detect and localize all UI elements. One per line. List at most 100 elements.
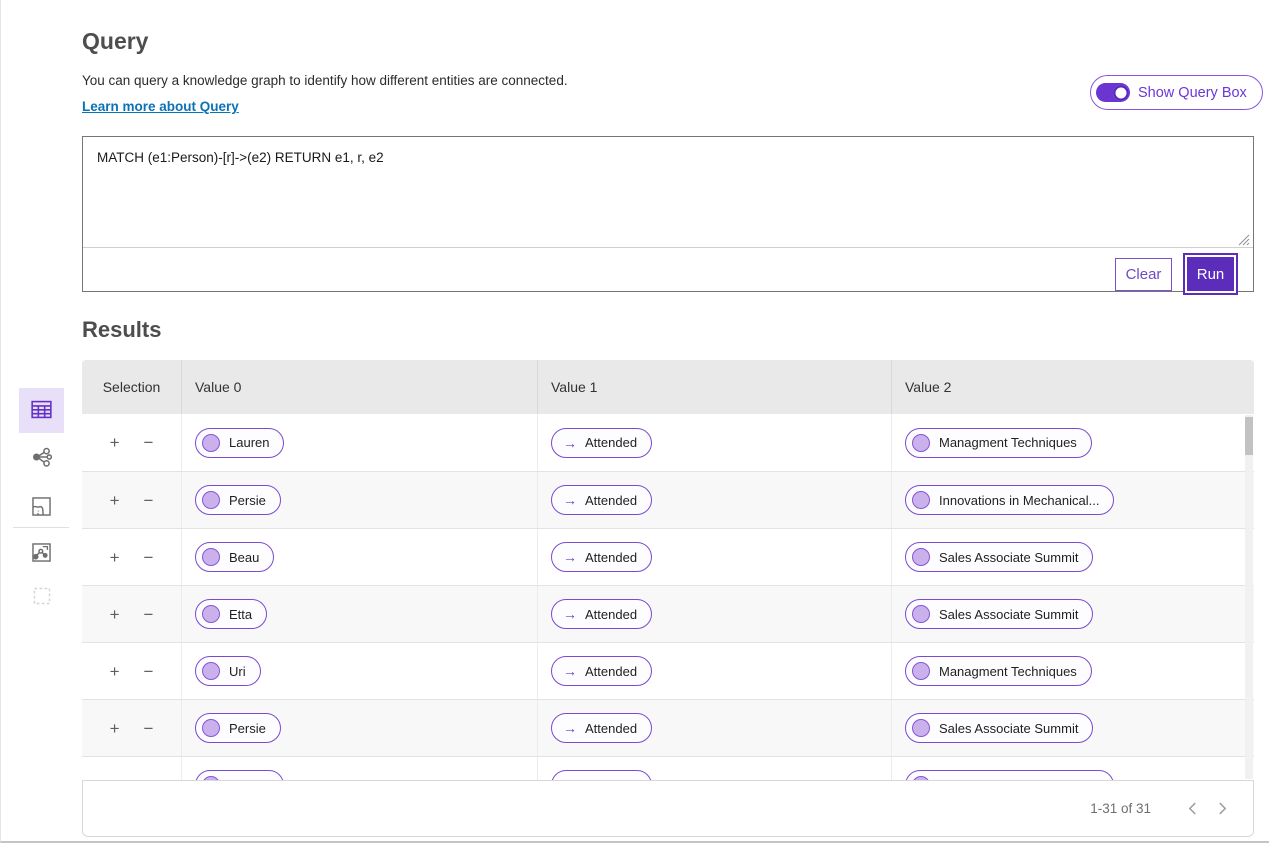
table-header-row: Selection Value 0 Value 1 Value 2	[82, 360, 1254, 414]
entity-pill[interactable]: Innovations in Mechanical...	[905, 770, 1115, 780]
relationship-pill[interactable]: → Attended	[551, 485, 653, 515]
sidebar-item-link-chart-view[interactable]	[19, 436, 64, 481]
relationship-pill[interactable]: → Attended	[551, 427, 653, 458]
arrow-right-icon: →	[563, 663, 577, 679]
row-add-button[interactable]: +	[110, 663, 120, 680]
query-input[interactable]: MATCH (e1:Person)-[r]->(e2) RETURN e1, r…	[83, 137, 1243, 248]
row-remove-button[interactable]: −	[144, 549, 154, 566]
show-query-box-toggle[interactable]: Show Query Box	[1090, 75, 1263, 110]
entity-node-icon	[202, 491, 220, 509]
sidebar-item-map-overview[interactable]	[19, 531, 64, 576]
column-header-value1: Value 1	[537, 360, 891, 414]
toggle-label: Show Query Box	[1138, 84, 1247, 101]
resize-handle[interactable]	[1238, 233, 1250, 246]
previous-page-button[interactable]	[1177, 794, 1207, 824]
column-header-selection: Selection	[102, 379, 161, 395]
results-table: Selection Value 0 Value 1 Value 2 + − La…	[82, 360, 1254, 780]
entity-pill[interactable]: Uri	[195, 656, 261, 686]
entity-pill[interactable]: Managment Techniques	[905, 656, 1092, 686]
relationship-label: Attended	[585, 492, 638, 508]
row-remove-button[interactable]: −	[144, 434, 154, 451]
entity-node-icon	[912, 605, 930, 623]
sidebar-item-table-view[interactable]	[19, 388, 64, 433]
entity-node-icon	[202, 605, 220, 623]
table-view-icon	[30, 398, 53, 424]
entity-node-icon	[912, 719, 930, 737]
table-scrollbar[interactable]	[1245, 415, 1253, 779]
sidebar-divider	[13, 527, 69, 528]
entity-node-icon	[202, 433, 220, 452]
entity-pill[interactable]: Managment Techniques	[905, 427, 1092, 458]
entity-pill[interactable]: Sales Associate Summit	[905, 599, 1094, 629]
scrollbar-thumb[interactable]	[1245, 417, 1253, 455]
entity-node-icon	[912, 433, 930, 452]
sidebar-item-selection-tool[interactable]	[19, 575, 64, 620]
entity-label: Persie	[229, 720, 266, 736]
relationship-pill[interactable]: → Attended	[551, 656, 653, 686]
entity-pill[interactable]: Sales Associate Summit	[905, 542, 1094, 572]
entity-label: Sales Associate Summit	[939, 606, 1079, 622]
pagination-label: 1-31 of 31	[1090, 801, 1151, 816]
entity-label: Etta	[229, 606, 253, 622]
entity-pill[interactable]: Beau	[195, 542, 275, 572]
entity-label: Sales Associate Summit	[939, 549, 1079, 565]
relationship-label: Attended	[585, 435, 638, 450]
arrow-right-icon: →	[563, 549, 577, 565]
entity-node-icon	[202, 548, 220, 566]
relationship-label: Attended	[585, 549, 638, 565]
entity-pill[interactable]: Persie	[195, 713, 281, 743]
relationship-label: Attended	[585, 606, 638, 622]
pagination-bar: 1-31 of 31	[82, 780, 1254, 837]
row-add-button[interactable]: +	[110, 606, 120, 623]
entity-label: Sales Associate Summit	[939, 720, 1079, 736]
entity-label: Managment Techniques	[939, 435, 1077, 450]
entity-pill[interactable]: Lauren	[195, 770, 285, 780]
entity-label: Managment Techniques	[939, 663, 1077, 679]
entity-node-icon	[202, 719, 220, 737]
relationship-pill[interactable]: → Attended	[551, 770, 653, 780]
relationship-pill[interactable]: → Attended	[551, 599, 653, 629]
table-row: + − Lauren → Attended Managment Techniqu…	[82, 414, 1254, 471]
entity-node-icon	[202, 662, 220, 680]
relationship-pill[interactable]: → Attended	[551, 713, 653, 743]
column-header-value0: Value 0	[181, 360, 537, 414]
entity-label: Persie	[229, 492, 266, 508]
query-editor-panel: MATCH (e1:Person)-[r]->(e2) RETURN e1, r…	[82, 136, 1254, 292]
next-page-button[interactable]	[1207, 794, 1237, 824]
row-remove-button[interactable]: −	[144, 492, 154, 509]
table-row: + − Lauren → Attended Innovations in Mec…	[82, 756, 1254, 780]
link-chart-icon	[31, 446, 53, 471]
row-add-button[interactable]: +	[110, 549, 120, 566]
entity-pill[interactable]: Etta	[195, 599, 268, 629]
results-title: Results	[82, 317, 162, 342]
learn-more-link[interactable]: Learn more about Query	[82, 99, 239, 114]
relationship-pill[interactable]: → Attended	[551, 542, 653, 572]
entity-label: Innovations in Mechanical...	[939, 492, 1100, 508]
page-title: Query	[82, 28, 149, 54]
clear-button[interactable]: Clear	[1115, 257, 1172, 291]
entity-label: Uri	[229, 663, 246, 679]
entity-pill[interactable]: Lauren	[195, 427, 285, 458]
map-icon	[31, 496, 52, 520]
run-button[interactable]: Run	[1187, 257, 1234, 291]
row-remove-button[interactable]: −	[144, 720, 154, 737]
row-remove-button[interactable]: −	[144, 606, 154, 623]
row-add-button[interactable]: +	[110, 492, 120, 509]
row-add-button[interactable]: +	[110, 434, 120, 451]
entity-pill[interactable]: Innovations in Mechanical...	[905, 485, 1115, 515]
row-add-button[interactable]: +	[110, 720, 120, 737]
entity-node-icon	[912, 548, 930, 566]
entity-node-icon	[912, 662, 930, 680]
sidebar-item-map-view[interactable]	[19, 485, 64, 530]
map-overview-icon	[31, 542, 52, 566]
entity-pill[interactable]: Sales Associate Summit	[905, 713, 1094, 743]
table-row: + − Persie → Attended Sales Associate Su…	[82, 699, 1254, 756]
row-remove-button[interactable]: −	[144, 663, 154, 680]
entity-label: Beau	[229, 549, 260, 565]
toggle-switch-icon	[1096, 83, 1130, 102]
entity-pill[interactable]: Persie	[195, 485, 281, 515]
relationship-label: Attended	[585, 720, 638, 736]
query-box-divider	[83, 247, 1253, 248]
table-row: + − Beau → Attended Sales Associate Summ…	[82, 528, 1254, 585]
table-row: + − Etta → Attended Sales Associate Summ…	[82, 585, 1254, 642]
